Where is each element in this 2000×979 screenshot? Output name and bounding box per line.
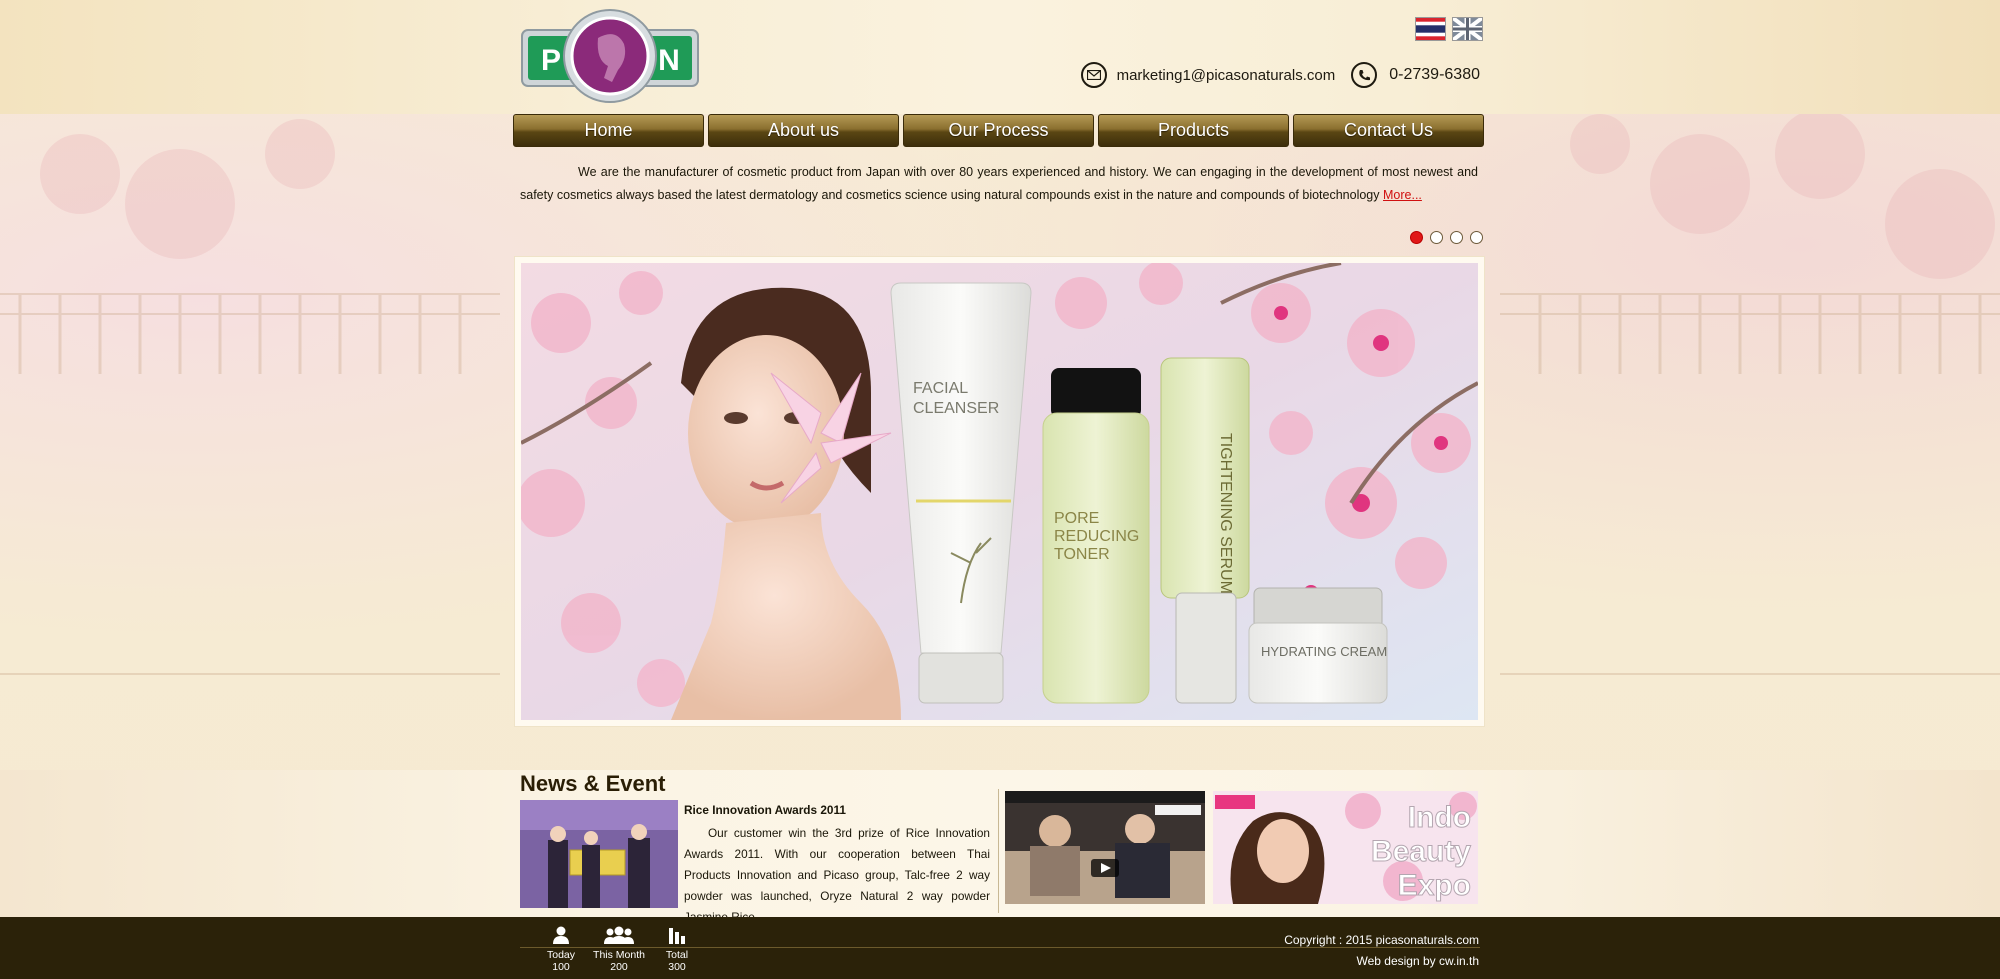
design-credit[interactable]: Web design by cw.in.th xyxy=(1284,951,1479,972)
logo-letter-n: N xyxy=(658,44,680,77)
visitor-stats: Today 100 This Month 200 Total 300 xyxy=(541,922,697,973)
footer-copyright: Copyright : 2015 picasonaturals.com Web … xyxy=(1284,930,1479,972)
product-label-cream: HYDRATING CREAM xyxy=(1261,644,1387,659)
svg-text:CLEANSER: CLEANSER xyxy=(913,400,999,417)
bar-chart-icon xyxy=(669,922,685,944)
stat-today: Today 100 xyxy=(541,922,581,973)
header-band xyxy=(0,0,2000,114)
language-selector xyxy=(1415,17,1483,41)
nav-our-process[interactable]: Our Process xyxy=(903,114,1094,147)
expo-word-beauty: Beauty xyxy=(1371,835,1471,868)
product-label-toner: PORE xyxy=(1054,510,1099,527)
svg-text:REDUCING: REDUCING xyxy=(1054,528,1139,545)
stat-today-value: 100 xyxy=(552,961,570,973)
intro-paragraph: We are the manufacturer of cosmetic prod… xyxy=(520,161,1478,206)
slider-dot-1[interactable] xyxy=(1410,231,1423,244)
envelope-icon xyxy=(1080,62,1107,88)
svg-text:TONER: TONER xyxy=(1054,546,1110,563)
news-article: Rice Innovation Awards 2011 Our customer… xyxy=(684,800,990,928)
news-divider xyxy=(998,789,999,913)
indo-beauty-expo-banner[interactable]: Indo Beauty Expo xyxy=(1213,791,1478,904)
product-label-cleanser: FACIAL xyxy=(913,380,968,397)
stat-this-month: This Month 200 xyxy=(591,922,647,973)
slider-dot-4[interactable] xyxy=(1470,231,1483,244)
stat-total-label: Total xyxy=(665,949,689,961)
nav-products[interactable]: Products xyxy=(1098,114,1289,147)
expo-word-indo: Indo xyxy=(1408,801,1471,834)
nav-home[interactable]: Home xyxy=(513,114,704,147)
expo-word-expo: Expo xyxy=(1398,869,1471,902)
hero-banner-image: FACIAL CLEANSER PORE REDUCING TONER TIGH… xyxy=(521,263,1478,720)
footer: Today 100 This Month 200 Total 300 Copyr… xyxy=(0,917,2000,979)
picaso-logo[interactable]: P N xyxy=(520,8,700,104)
slider-dot-3[interactable] xyxy=(1450,231,1463,244)
video-thumbnail[interactable] xyxy=(1005,791,1205,904)
nav-about-us[interactable]: About us xyxy=(708,114,899,147)
news-award-photo[interactable] xyxy=(520,800,678,908)
news-band xyxy=(0,770,2000,917)
phone-number: 0-2739-6380 xyxy=(1389,66,1480,83)
user-icon xyxy=(553,922,569,944)
product-label-serum: TIGHTENING SERUM xyxy=(1217,433,1234,594)
phone-icon xyxy=(1351,62,1378,88)
intro-text: We are the manufacturer of cosmetic prod… xyxy=(520,165,1478,202)
news-headline[interactable]: Rice Innovation Awards 2011 xyxy=(684,800,990,821)
stat-today-label: Today xyxy=(546,949,576,961)
news-body-text: Our customer win the 3rd prize of Rice I… xyxy=(684,826,990,924)
contact-info: marketing1@picasonaturals.com 0-2739-638… xyxy=(1080,62,1480,88)
hero-slider[interactable]: FACIAL CLEANSER PORE REDUCING TONER TIGH… xyxy=(514,256,1485,727)
main-navigation: Home About us Our Process Products Conta… xyxy=(513,114,1484,147)
more-link[interactable]: More... xyxy=(1383,188,1422,202)
news-section-title: News & Event xyxy=(520,771,666,796)
nav-contact-us[interactable]: Contact Us xyxy=(1293,114,1484,147)
email-link[interactable]: marketing1@picasonaturals.com xyxy=(1117,67,1336,84)
logo-letter-p: P xyxy=(541,44,561,77)
stat-total-value: 300 xyxy=(668,961,686,973)
users-group-icon xyxy=(604,922,634,944)
thai-flag-icon[interactable] xyxy=(1415,17,1446,41)
stat-month-label: This Month xyxy=(593,949,645,961)
uk-flag-icon[interactable] xyxy=(1452,17,1483,41)
stat-total: Total 300 xyxy=(657,922,697,973)
slider-pagination xyxy=(1410,231,1483,244)
stat-month-value: 200 xyxy=(610,961,628,973)
copyright-text: Copyright : 2015 picasonaturals.com xyxy=(1284,933,1479,947)
slider-dot-2[interactable] xyxy=(1430,231,1443,244)
